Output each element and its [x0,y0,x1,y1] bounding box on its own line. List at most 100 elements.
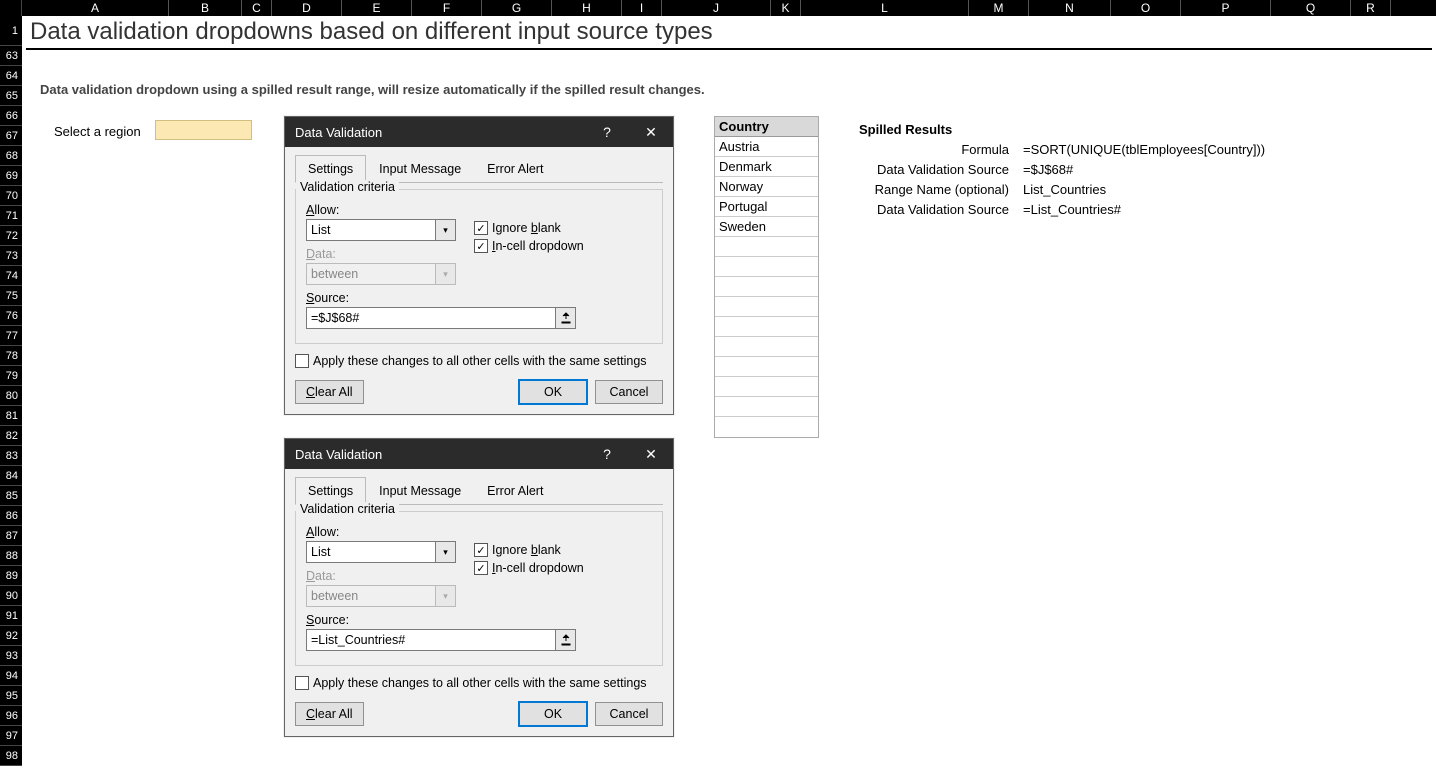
cancel-button[interactable]: Cancel [595,702,663,726]
col-header-H[interactable]: H [552,0,622,16]
dialog-titlebar[interactable]: Data Validation ? ✕ [285,117,673,147]
row-header-97[interactable]: 97 [0,726,22,746]
tab-settings[interactable]: Settings [295,477,366,505]
col-header-N[interactable]: N [1029,0,1111,16]
row-header-96[interactable]: 96 [0,706,22,726]
col-header-J[interactable]: J [662,0,771,16]
row-header-76[interactable]: 76 [0,306,22,326]
range-picker-button[interactable] [556,307,576,329]
ignore-blank-checkbox[interactable] [474,221,488,235]
range-picker-button[interactable] [556,629,576,651]
col-header-L[interactable]: L [801,0,969,16]
row-header-87[interactable]: 87 [0,526,22,546]
tab-input-message[interactable]: Input Message [366,155,474,182]
col-header-C[interactable]: C [242,0,272,16]
row-header-85[interactable]: 85 [0,486,22,506]
clear-all-button[interactable]: Clear All [295,380,364,404]
country-cell[interactable]: Norway [715,177,818,197]
row-header-74[interactable]: 74 [0,266,22,286]
row-header-94[interactable]: 94 [0,666,22,686]
col-header-M[interactable]: M [969,0,1029,16]
apply-all-checkbox[interactable] [295,354,309,368]
row-header-68[interactable]: 68 [0,146,22,166]
country-cell[interactable] [715,377,818,397]
row-header-77[interactable]: 77 [0,326,22,346]
row-header-89[interactable]: 89 [0,566,22,586]
row-header-83[interactable]: 83 [0,446,22,466]
close-button[interactable]: ✕ [629,117,673,147]
country-cell[interactable]: Portugal [715,197,818,217]
row-header-84[interactable]: 84 [0,466,22,486]
allow-dropdown-button[interactable]: ▾ [436,219,456,241]
row-header-71[interactable]: 71 [0,206,22,226]
col-header-O[interactable]: O [1111,0,1181,16]
row-header-72[interactable]: 72 [0,226,22,246]
row-header-67[interactable]: 67 [0,126,22,146]
country-cell[interactable] [715,317,818,337]
row-header-91[interactable]: 91 [0,606,22,626]
country-table[interactable]: Country AustriaDenmarkNorwayPortugalSwed… [714,116,819,438]
clear-all-button[interactable]: Clear All [295,702,364,726]
col-header-G[interactable]: G [482,0,552,16]
col-header-I[interactable]: I [622,0,662,16]
allow-combo[interactable] [306,541,436,563]
row-header-1[interactable]: 1 [0,16,22,46]
source-input[interactable] [306,307,556,329]
select-all-corner[interactable] [0,0,22,16]
col-header-D[interactable]: D [272,0,342,16]
row-header-90[interactable]: 90 [0,586,22,606]
help-button[interactable]: ? [585,117,629,147]
row-header-66[interactable]: 66 [0,106,22,126]
country-cell[interactable] [715,397,818,417]
row-header-81[interactable]: 81 [0,406,22,426]
country-cell[interactable]: Austria [715,137,818,157]
apply-all-checkbox[interactable] [295,676,309,690]
row-header-88[interactable]: 88 [0,546,22,566]
help-button[interactable]: ? [585,439,629,469]
incell-dropdown-checkbox[interactable] [474,561,488,575]
col-header-R[interactable]: R [1351,0,1391,16]
tab-input-message[interactable]: Input Message [366,477,474,504]
country-cell[interactable] [715,277,818,297]
tab-error-alert[interactable]: Error Alert [474,477,556,504]
col-header-E[interactable]: E [342,0,412,16]
row-header-75[interactable]: 75 [0,286,22,306]
country-cell[interactable] [715,237,818,257]
incell-dropdown-checkbox[interactable] [474,239,488,253]
col-header-F[interactable]: F [412,0,482,16]
allow-combo[interactable] [306,219,436,241]
country-cell[interactable]: Sweden [715,217,818,237]
row-header-79[interactable]: 79 [0,366,22,386]
col-header-Q[interactable]: Q [1271,0,1351,16]
dialog-titlebar[interactable]: Data Validation ? ✕ [285,439,673,469]
col-header-B[interactable]: B [169,0,242,16]
row-header-98[interactable]: 98 [0,746,22,766]
country-cell[interactable] [715,297,818,317]
country-cell[interactable] [715,357,818,377]
row-header-65[interactable]: 65 [0,86,22,106]
col-header-P[interactable]: P [1181,0,1271,16]
col-header-A[interactable]: A [22,0,169,16]
row-header-95[interactable]: 95 [0,686,22,706]
row-header-78[interactable]: 78 [0,346,22,366]
country-cell[interactable]: Denmark [715,157,818,177]
row-header-69[interactable]: 69 [0,166,22,186]
row-header-92[interactable]: 92 [0,626,22,646]
col-header-K[interactable]: K [771,0,801,16]
ok-button[interactable]: OK [519,380,587,404]
region-input-cell[interactable] [155,120,252,140]
row-header-63[interactable]: 63 [0,46,22,66]
row-header-82[interactable]: 82 [0,426,22,446]
row-header-93[interactable]: 93 [0,646,22,666]
row-header-64[interactable]: 64 [0,66,22,86]
ok-button[interactable]: OK [519,702,587,726]
ignore-blank-checkbox[interactable] [474,543,488,557]
allow-dropdown-button[interactable]: ▾ [436,541,456,563]
row-header-70[interactable]: 70 [0,186,22,206]
country-cell[interactable] [715,337,818,357]
source-input[interactable] [306,629,556,651]
country-cell[interactable] [715,417,818,437]
close-button[interactable]: ✕ [629,439,673,469]
cancel-button[interactable]: Cancel [595,380,663,404]
country-cell[interactable] [715,257,818,277]
